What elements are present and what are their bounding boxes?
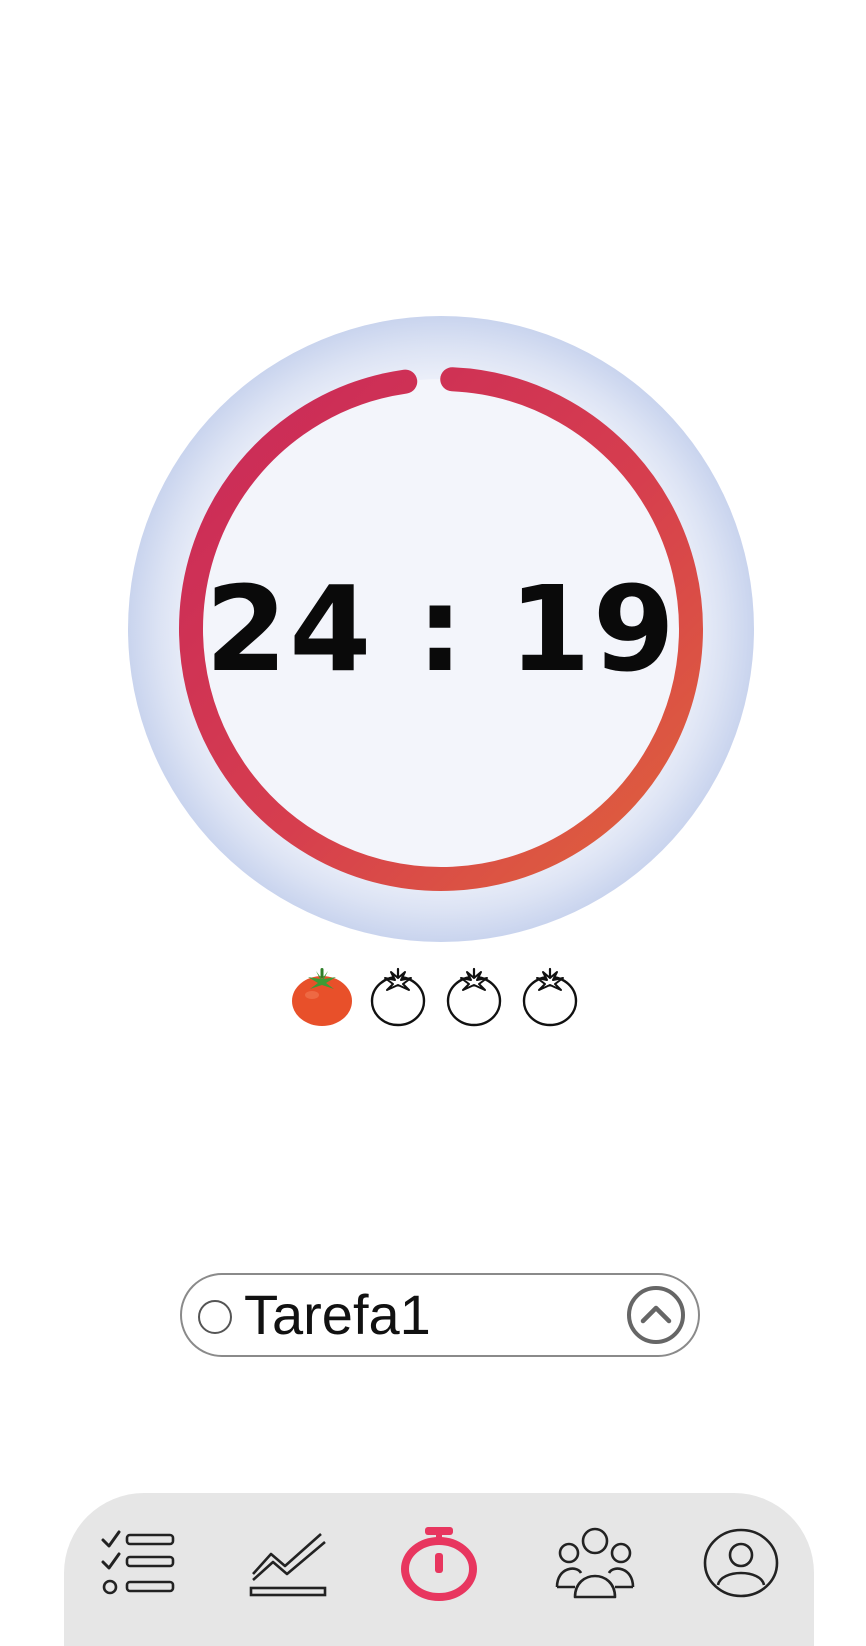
tomato-outline-icon	[370, 967, 426, 1027]
pomodoro-counter	[290, 962, 590, 1032]
group-icon	[555, 1527, 635, 1599]
task-label: Tarefa1	[244, 1283, 431, 1346]
profile-icon	[703, 1528, 779, 1598]
tomato-outline-icon	[522, 967, 578, 1027]
task-complete-radio[interactable]	[198, 1300, 232, 1334]
chevron-up-icon[interactable]	[626, 1285, 686, 1345]
stopwatch-icon	[401, 1527, 477, 1601]
nav-profile[interactable]	[696, 1523, 786, 1603]
task-list-icon	[101, 1530, 175, 1595]
nav-timer[interactable]	[394, 1523, 484, 1603]
bottom-navigation	[64, 1493, 814, 1646]
current-task-selector[interactable]: Tarefa1	[180, 1273, 700, 1357]
statistics-chart-icon	[249, 1533, 327, 1597]
nav-tasks[interactable]	[94, 1523, 184, 1603]
timer-countdown: 24 : 19	[205, 560, 677, 698]
nav-group[interactable]	[550, 1523, 640, 1603]
nav-statistics[interactable]	[244, 1523, 334, 1603]
timer-dial[interactable]: 24 : 19	[126, 314, 756, 944]
tomato-outline-icon	[446, 967, 502, 1027]
tomato-filled-icon	[292, 968, 352, 1026]
